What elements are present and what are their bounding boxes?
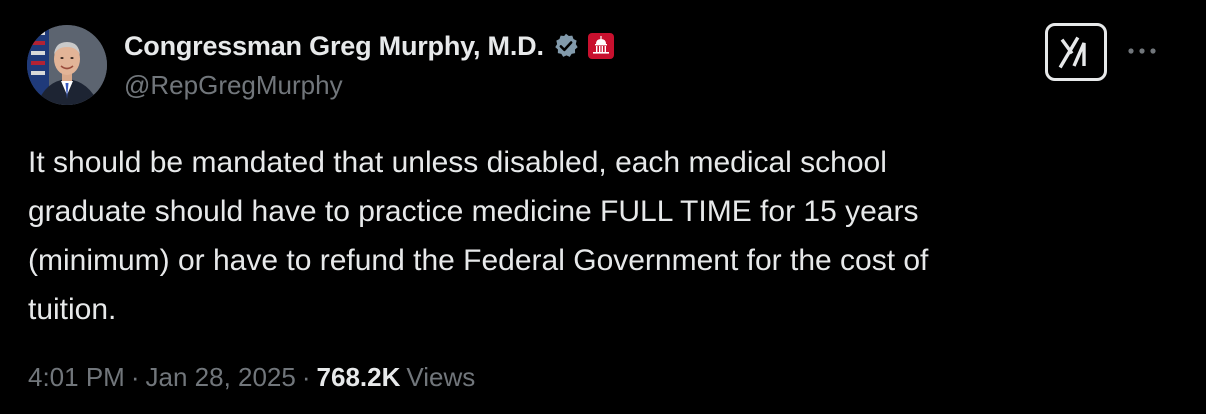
views-count[interactable]: 768.2K [317,362,401,393]
capitol-building-icon[interactable] [587,33,614,59]
tweet-time[interactable]: 4:01 PM [28,362,125,393]
grok-button[interactable] [1045,23,1107,81]
display-name[interactable]: Congressman Greg Murphy, M.D. [124,31,544,62]
tweet-card: Congressman Greg Murphy, M.D. @RepGregMu… [0,0,1206,414]
avatar[interactable] [27,25,107,105]
tweet-text: It should be mandated that unless disabl… [28,146,929,326]
meta-separator: · [130,362,140,392]
meta-separator: · [301,362,311,392]
tweet-date[interactable]: Jan 28, 2025 [146,362,296,393]
avatar-image [27,25,107,105]
more-options-button[interactable] [1125,34,1159,68]
name-row: Congressman Greg Murphy, M.D. [124,28,614,64]
more-horizontal-icon [1128,48,1156,54]
views-label: Views [406,362,476,392]
verified-badge-icon[interactable] [552,32,580,60]
tweet-meta: 4:01 PM · Jan 28, 2025 · 768.2K Views [28,362,475,393]
author-header: Congressman Greg Murphy, M.D. @RepGregMu… [124,28,614,101]
author-handle[interactable]: @RepGregMurphy [124,70,614,101]
grok-icon [1058,36,1086,69]
